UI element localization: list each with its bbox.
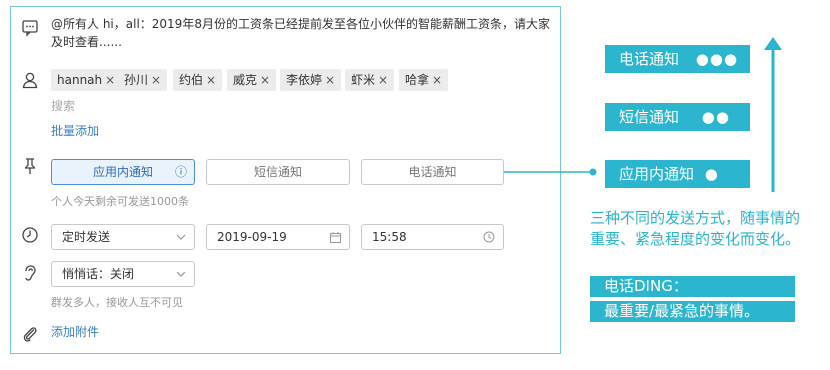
sms-level-pill: 短信通知 ●● <box>605 103 750 131</box>
ding-desc-bar: 最重要/最紧急的事情。 <box>590 301 795 322</box>
in-app-level-pill: 应用内通知 ● <box>605 160 750 188</box>
phone-level-dots: ●●● <box>695 50 739 68</box>
in-app-level-label: 应用内通知 <box>619 165 695 183</box>
arrow-up-icon <box>764 37 782 192</box>
sms-level-dots: ●● <box>701 108 730 126</box>
phone-level-pill: 电话通知 ●●● <box>605 45 750 73</box>
sms-level-label: 短信通知 <box>619 108 680 126</box>
ding-title-bar: 电话DING： <box>590 276 795 297</box>
phone-level-label: 电话通知 <box>619 50 680 68</box>
annotation-note: 三种不同的发送方式，随事情的重要、紧急程度的变化而变化。 <box>590 209 801 248</box>
in-app-level-dots: ● <box>704 165 718 183</box>
